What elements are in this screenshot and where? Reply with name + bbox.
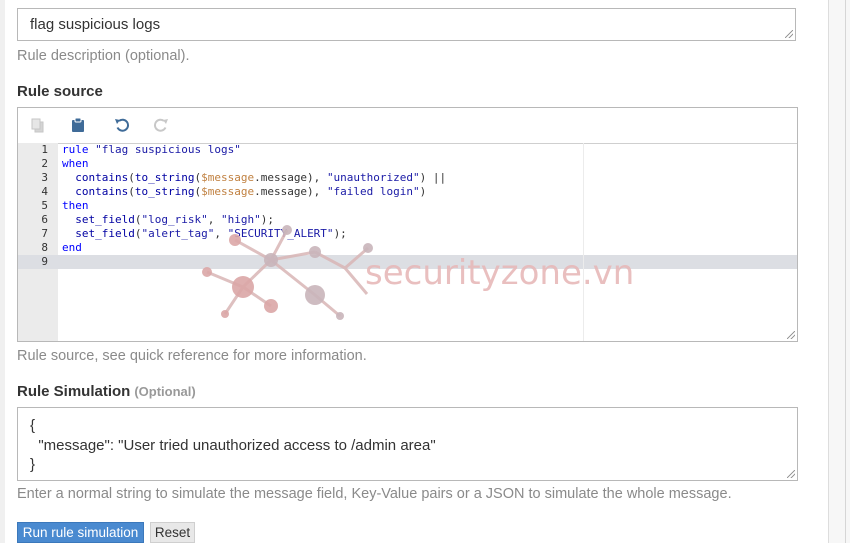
line-number: 3 xyxy=(41,171,48,184)
reset-button[interactable]: Reset xyxy=(150,522,195,543)
simulation-message-input[interactable]: { "message": "User tried unauthorized ac… xyxy=(17,407,798,481)
right-sidebar xyxy=(828,0,850,543)
code-line-2: when xyxy=(62,157,89,170)
editor-toolbar xyxy=(18,108,797,144)
resize-handle-icon[interactable] xyxy=(787,331,795,339)
line-number: 1 xyxy=(41,143,48,156)
code-line-8: end xyxy=(62,241,82,254)
resize-handle-icon[interactable] xyxy=(785,30,793,38)
code-line-5: then xyxy=(62,199,89,212)
simulation-line: "message": "User tried unauthorized acce… xyxy=(30,436,436,454)
code-line-3: contains(to_string($message.message), "u… xyxy=(75,171,447,184)
simulation-help: Enter a normal string to simulate the me… xyxy=(17,486,732,502)
rule-description-value: flag suspicious logs xyxy=(30,16,161,33)
line-number: 6 xyxy=(41,213,48,226)
undo-icon[interactable] xyxy=(112,115,132,135)
left-edge xyxy=(0,0,5,543)
code-line-4: contains(to_string($message.message), "f… xyxy=(75,185,427,198)
simulation-line: { xyxy=(30,417,36,434)
code-content[interactable]: rule "flag suspicious logs" when contain… xyxy=(58,143,797,341)
rule-description-input[interactable]: flag suspicious logs xyxy=(17,8,796,41)
paste-icon[interactable] xyxy=(68,115,88,135)
rule-simulation-title: Rule Simulation xyxy=(17,383,131,400)
run-rule-simulation-button[interactable]: Run rule simulation xyxy=(17,522,144,543)
line-number: 2 xyxy=(41,157,48,170)
code-line-1: rule "flag suspicious logs" xyxy=(62,143,241,156)
line-number: 7 xyxy=(41,227,48,240)
code-line-7: set_field("alert_tag", "SECURITY_ALERT")… xyxy=(75,227,347,240)
copy-icon[interactable] xyxy=(28,115,48,135)
redo-icon[interactable] xyxy=(151,115,171,135)
line-number: 4 xyxy=(41,185,48,198)
rule-description-help: Rule description (optional). xyxy=(17,48,190,64)
simulation-line: } xyxy=(30,456,36,473)
rule-source-help: Rule source, see quick reference for mor… xyxy=(17,348,367,364)
optional-tag: (Optional) xyxy=(134,384,196,399)
line-number: 8 xyxy=(41,241,48,254)
resize-handle-icon[interactable] xyxy=(787,470,795,478)
rule-source-editor[interactable]: 1 2 3 4 5 6 7 8 9 rule "flag suspicious … xyxy=(17,107,798,342)
rule-source-label: Rule source xyxy=(17,83,103,100)
line-number: 5 xyxy=(41,199,48,212)
rule-simulation-label: Rule Simulation (Optional) xyxy=(17,383,196,400)
line-number-gutter: 1 2 3 4 5 6 7 8 9 xyxy=(18,143,58,341)
code-line-6: set_field("log_risk", "high"); xyxy=(75,213,274,226)
line-number-active: 9 xyxy=(18,255,58,269)
